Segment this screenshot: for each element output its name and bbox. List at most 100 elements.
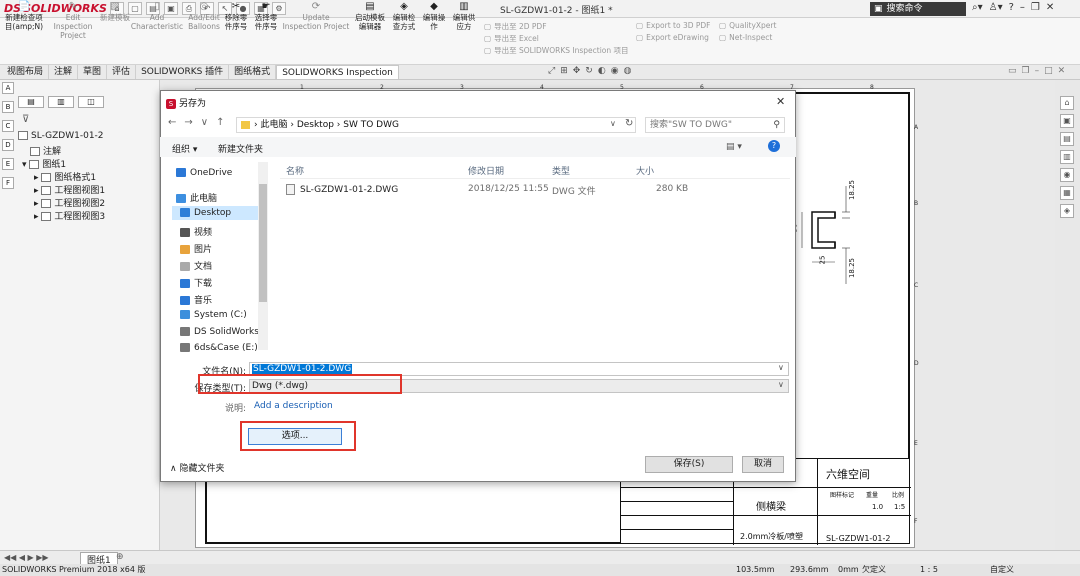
cancel-button[interactable]: 取消 [742,456,784,473]
remove-balloon-button[interactable]: ✂移除零件序号 [222,2,250,31]
custom-properties-icon[interactable]: ▦ [1060,186,1074,200]
search-icon[interactable]: ⌕▾ [972,2,983,13]
tab-addins[interactable]: SOLIDWORKS 插件 [136,65,229,79]
tree-root[interactable]: SL-GZDW1-01-2 [18,131,104,141]
tab-inspection[interactable]: SOLIDWORKS Inspection [276,65,399,79]
sheet-scale[interactable]: 1 : 5 [920,564,938,576]
pan-icon[interactable]: ✥ [573,66,581,76]
export-inspection-item[interactable]: ▢导出至 SOLIDWORKS Inspection 项目 [484,45,629,56]
hide-show-icon[interactable]: ◉ [611,66,619,76]
new-folder-button[interactable]: 新建文件夹 [218,142,263,155]
restore-icon[interactable]: ❐ [1031,2,1040,13]
options-button[interactable]: 选项... [248,428,342,445]
channel-section-view[interactable] [790,176,880,296]
filename-dropdown-icon[interactable]: ∨ [778,363,784,372]
nav-item-desktop[interactable]: Desktop [172,206,258,220]
tree-item-sheet1[interactable]: ▾ 图纸1 [22,157,66,170]
column-type[interactable]: 类型 [552,164,570,177]
add-sheet-icon[interactable]: ⊕ [116,552,124,562]
nav-item-documents[interactable]: 文档 [180,259,212,272]
config-tab-icon[interactable]: ◫ [78,96,104,108]
tab-sketch[interactable]: 草图 [78,65,107,79]
select-balloon-button[interactable]: ☛选择零件序号 [252,2,280,31]
layer-icon[interactable]: D [2,139,14,151]
nav-item-this-pc[interactable]: 此电脑 [176,191,217,204]
tab-sheet-format[interactable]: 图纸格式 [229,65,276,79]
design-library-icon[interactable]: ▤ [1060,132,1074,146]
update-project-button[interactable]: ⟳Update Inspection Project [282,2,350,31]
tab-view-layout[interactable]: 视图布局 [2,65,49,79]
forward-icon[interactable]: → [184,117,192,128]
view-icon[interactable]: B [2,101,14,113]
nav-item-ds-solidworks[interactable]: DS SolidWorks [180,327,259,337]
dimension-label[interactable]: 25 [818,256,826,265]
minimize-icon[interactable]: – [1020,2,1025,13]
appearance-icon[interactable]: ◉ [1060,168,1074,182]
add-description-link[interactable]: Add a description [254,401,333,411]
up-icon[interactable]: ↑ [216,117,224,128]
home-pane-icon[interactable]: ⌂ [1060,96,1074,110]
filename-input[interactable]: SL-GZDW1-01-2.DWG [249,362,789,376]
user-icon[interactable]: ♙▾ [989,2,1003,13]
file-explorer-icon[interactable]: ▥ [1060,150,1074,164]
history-icon[interactable]: F [2,177,14,189]
nav-item-videos[interactable]: 视频 [180,225,212,238]
unit-system[interactable]: 自定义 [990,564,1014,576]
search-commands-box[interactable]: ▣搜索命令 [870,2,966,16]
doc-tile-icon[interactable]: ▭ [1008,66,1017,76]
file-row-name[interactable]: SL-GZDW1-01-2.DWG [286,184,398,195]
tree-item-view1[interactable]: ▸ 工程图视图1 [34,183,105,196]
column-date[interactable]: 修改日期 [468,164,504,177]
back-icon[interactable]: ← [168,117,176,128]
doc-max-icon[interactable]: □ [1044,66,1053,76]
export-2d-pdf-item[interactable]: ▢导出至 2D PDF [484,21,547,32]
address-dropdown-icon[interactable]: ∨ [610,119,616,128]
close-icon[interactable]: ✕ [1046,2,1054,13]
doc-minimize-icon[interactable]: – [1035,66,1040,76]
zoom-fit-icon[interactable]: ⤢ [548,66,555,76]
nav-item-drive-e[interactable]: 6ds&Case (E:) [180,343,258,353]
savetype-select[interactable]: Dwg (*.dwg) [249,379,789,393]
nav-item-downloads[interactable]: 下载 [180,276,212,289]
add-characteristic-button[interactable]: ▯Add Characteristic [130,2,184,31]
sheet-icon[interactable]: A [2,82,14,94]
doc-restore-icon[interactable]: ❐ [1022,66,1030,76]
edit-operation-button[interactable]: ◆编辑操作 [420,2,448,31]
solidworks-forum-icon[interactable]: ◈ [1060,204,1074,218]
column-name[interactable]: 名称 [286,164,304,177]
edit-method-button[interactable]: ◈编辑检查方式 [390,2,418,31]
edit-vendor-button[interactable]: ▥编辑供应方 [450,2,478,31]
display-style-icon[interactable]: ◐ [598,66,606,76]
zoom-area-icon[interactable]: ⊞ [560,66,568,76]
tab-evaluate[interactable]: 评估 [107,65,136,79]
add-edit-balloons-button[interactable]: ◎Add/Edit Balloons [186,2,222,31]
column-size[interactable]: 大小 [636,164,654,177]
edit-project-button[interactable]: ✎Edit Inspection Project [46,2,100,40]
hide-folders-toggle[interactable]: ∧ 隐藏文件夹 [170,461,224,474]
dimension-label[interactable]: 18.25 [848,258,856,278]
tab-annotation[interactable]: 注解 [49,65,78,79]
new-template-button[interactable]: ▧新建模板 [100,2,130,22]
nav-item-onedrive[interactable]: OneDrive [176,168,232,178]
nav-scrollbar-thumb[interactable] [259,184,267,302]
edit-appearance-icon[interactable]: ◍ [624,66,632,76]
new-project-button[interactable]: 📄新建检查项目(amp;N) [2,2,46,31]
tree-item-view3[interactable]: ▸ 工程图视图3 [34,209,105,222]
display-icon[interactable]: E [2,158,14,170]
tree-item-annotations[interactable]: 注解 [30,144,61,157]
template-editor-button[interactable]: ▤启动模板编辑器 [352,2,388,31]
view-options-icon[interactable]: ▤ ▾ [726,142,742,152]
export-excel-item[interactable]: ▢导出至 Excel [484,33,539,44]
nav-item-pictures[interactable]: 图片 [180,242,212,255]
save-button[interactable]: 保存(S) [645,456,733,473]
resources-icon[interactable]: ▣ [1060,114,1074,128]
export-3d-pdf-item[interactable]: ▢Export to 3D PDF [636,21,711,30]
doc-close-icon[interactable]: ✕ [1058,66,1066,76]
organize-menu[interactable]: 组织 ▾ [172,142,197,155]
tree-item-view2[interactable]: ▸ 工程图视图2 [34,196,105,209]
property-tab-icon[interactable]: ▥ [48,96,74,108]
recent-icon[interactable]: ∨ [201,117,208,128]
savetype-dropdown-icon[interactable]: ∨ [778,380,784,389]
dimension-label[interactable]: 18.25 [848,180,856,200]
tree-item-sheet-format[interactable]: ▸ 图纸格式1 [34,170,96,183]
